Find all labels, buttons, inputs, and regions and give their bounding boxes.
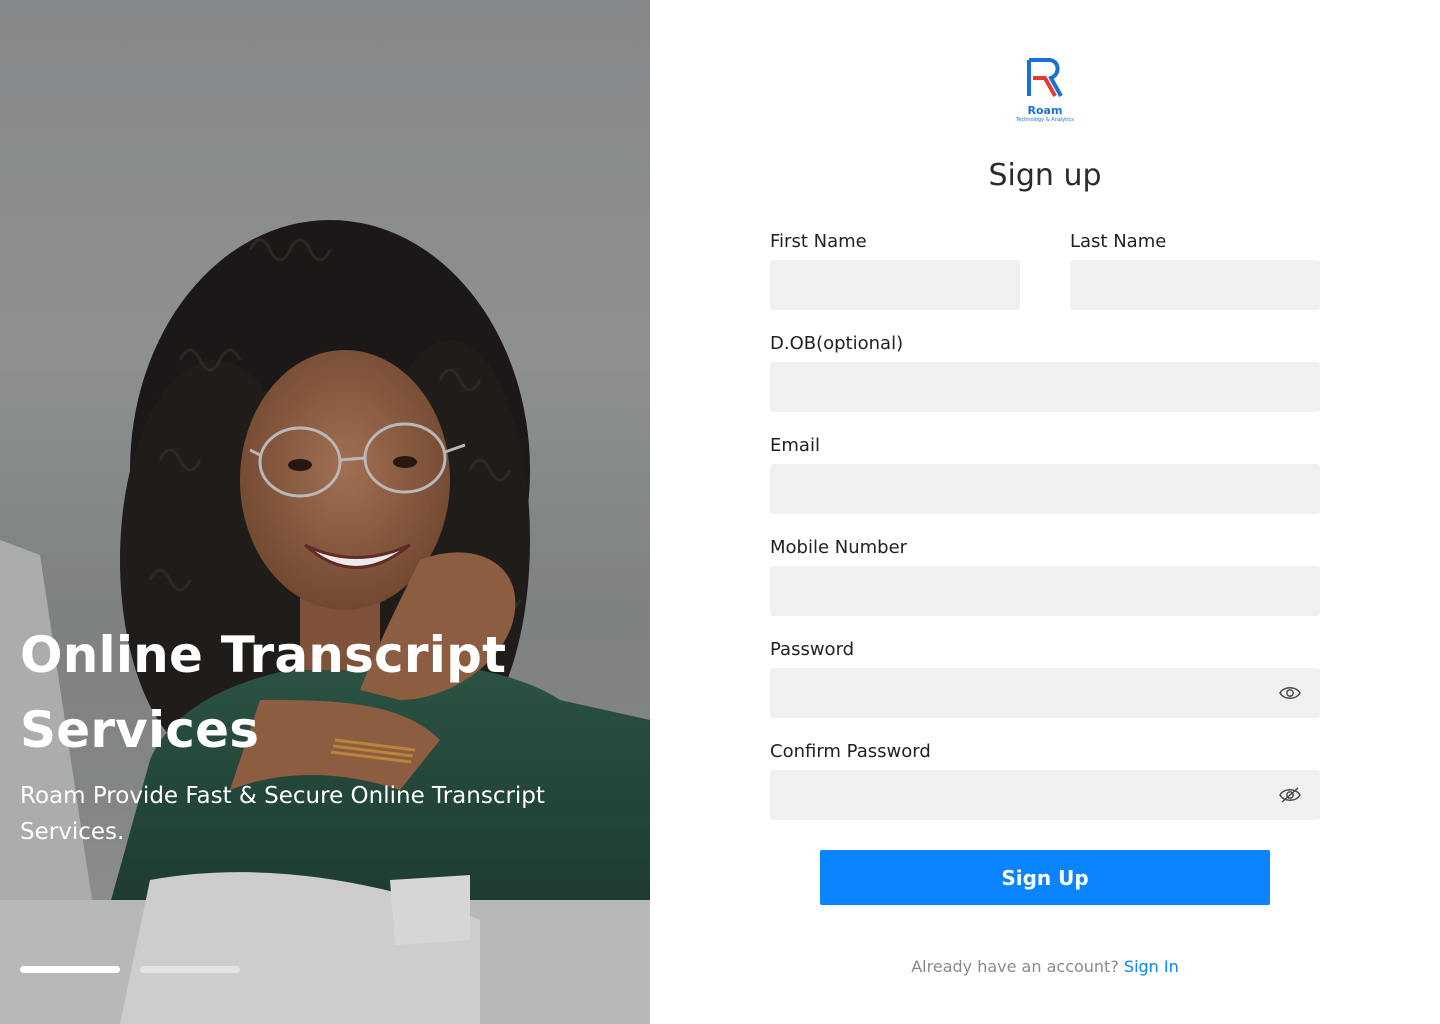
mobile-input[interactable]: [770, 566, 1320, 616]
sign-in-link[interactable]: Sign In: [1124, 957, 1179, 976]
password-label: Password: [770, 639, 855, 660]
signup-panel: Roam Technology & Analytics Sign up Firs…: [650, 0, 1440, 1024]
eye-off-icon[interactable]: [1278, 783, 1302, 807]
hero-panel: Online Transcript Services Roam Provide …: [0, 0, 650, 1024]
sign-up-button[interactable]: Sign Up: [820, 850, 1270, 905]
roam-logo-mark: [1027, 58, 1063, 97]
first-name-input[interactable]: [770, 260, 1020, 310]
mobile-label: Mobile Number: [770, 537, 908, 558]
dob-label: D.OB(optional): [770, 333, 904, 354]
last-name-input[interactable]: [1070, 260, 1320, 310]
signin-prompt: Already have an account?: [911, 957, 1119, 976]
last-name-label: Last Name: [1070, 231, 1167, 252]
hero-title: Online Transcript Services: [20, 626, 507, 759]
first-name-label: First Name: [770, 231, 867, 252]
brand-tagline: Technology & Analytics: [1016, 117, 1074, 123]
email-label: Email: [770, 435, 820, 456]
confirm-password-input[interactable]: [770, 770, 1320, 820]
confirm-password-label: Confirm Password: [770, 741, 931, 762]
signin-row: Already have an account? Sign In: [650, 956, 1440, 978]
brand-name: Roam: [1027, 104, 1063, 117]
password-input[interactable]: [770, 668, 1320, 718]
hero-photo: [0, 0, 650, 1024]
hero-text: Online Transcript Services Roam Provide …: [20, 618, 620, 850]
carousel-indicators: [20, 966, 240, 973]
carousel-dot-2[interactable]: [140, 966, 240, 973]
hero-subtitle: Roam Provide Fast & Secure Online Transc…: [20, 783, 545, 845]
form-title: Sign up: [988, 158, 1102, 193]
email-input[interactable]: [770, 464, 1320, 514]
dob-input[interactable]: [770, 362, 1320, 412]
carousel-dot-1[interactable]: [20, 966, 120, 973]
brand-logo: Roam Technology & Analytics: [1008, 56, 1082, 128]
eye-icon[interactable]: [1278, 681, 1302, 705]
